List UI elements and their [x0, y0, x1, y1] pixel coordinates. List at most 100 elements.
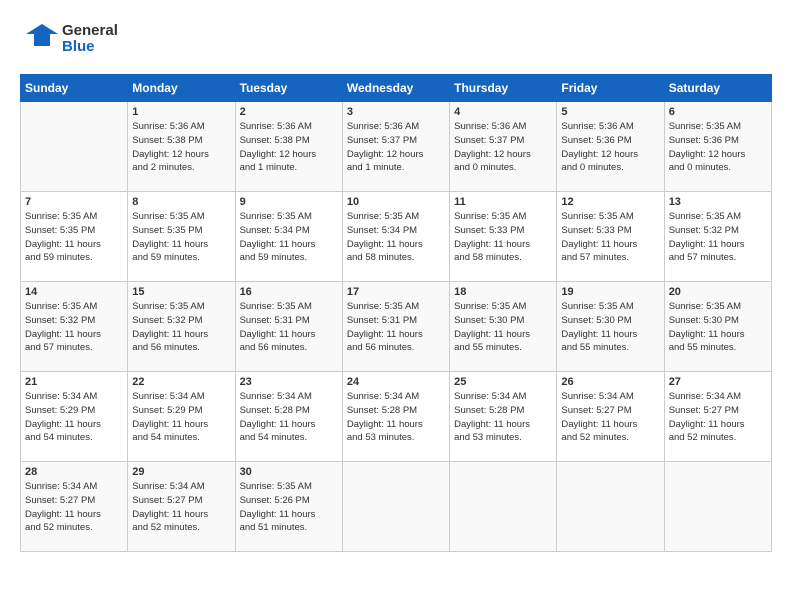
day-info: Sunrise: 5:35 AM Sunset: 5:31 PM Dayligh… [347, 300, 445, 355]
calendar-cell [450, 462, 557, 552]
day-info: Sunrise: 5:34 AM Sunset: 5:29 PM Dayligh… [132, 390, 230, 445]
calendar-cell [557, 462, 664, 552]
calendar-cell: 11 Sunrise: 5:35 AM Sunset: 5:33 PM Dayli… [450, 192, 557, 282]
calendar-week-1: 1 Sunrise: 5:36 AM Sunset: 5:38 PM Daylig… [21, 102, 772, 192]
calendar-week-4: 21 Sunrise: 5:34 AM Sunset: 5:29 PM Dayli… [21, 372, 772, 462]
day-number: 27 [669, 376, 767, 388]
calendar-cell: 21 Sunrise: 5:34 AM Sunset: 5:29 PM Dayli… [21, 372, 128, 462]
day-number: 26 [561, 376, 659, 388]
day-info: Sunrise: 5:35 AM Sunset: 5:30 PM Dayligh… [561, 300, 659, 355]
day-info: Sunrise: 5:35 AM Sunset: 5:32 PM Dayligh… [132, 300, 230, 355]
column-header-saturday: Saturday [664, 75, 771, 102]
day-number: 13 [669, 196, 767, 208]
calendar-cell: 9 Sunrise: 5:35 AM Sunset: 5:34 PM Daylig… [235, 192, 342, 282]
day-info: Sunrise: 5:36 AM Sunset: 5:37 PM Dayligh… [347, 120, 445, 175]
calendar-cell: 7 Sunrise: 5:35 AM Sunset: 5:35 PM Daylig… [21, 192, 128, 282]
column-header-sunday: Sunday [21, 75, 128, 102]
day-info: Sunrise: 5:34 AM Sunset: 5:28 PM Dayligh… [240, 390, 338, 445]
day-number: 12 [561, 196, 659, 208]
day-number: 7 [25, 196, 123, 208]
calendar-cell: 30 Sunrise: 5:35 AM Sunset: 5:26 PM Dayli… [235, 462, 342, 552]
day-info: Sunrise: 5:35 AM Sunset: 5:35 PM Dayligh… [132, 210, 230, 265]
column-header-thursday: Thursday [450, 75, 557, 102]
day-info: Sunrise: 5:35 AM Sunset: 5:33 PM Dayligh… [561, 210, 659, 265]
logo-text-general: General [62, 23, 118, 40]
calendar-cell: 18 Sunrise: 5:35 AM Sunset: 5:30 PM Dayli… [450, 282, 557, 372]
day-number: 29 [132, 466, 230, 478]
calendar-cell: 29 Sunrise: 5:34 AM Sunset: 5:27 PM Dayli… [128, 462, 235, 552]
calendar-cell: 19 Sunrise: 5:35 AM Sunset: 5:30 PM Dayli… [557, 282, 664, 372]
calendar-week-2: 7 Sunrise: 5:35 AM Sunset: 5:35 PM Daylig… [21, 192, 772, 282]
day-number: 17 [347, 286, 445, 298]
calendar-cell: 3 Sunrise: 5:36 AM Sunset: 5:37 PM Daylig… [342, 102, 449, 192]
calendar-cell: 28Sunrise: 5:34 AM Sunset: 5:27 PM Dayli… [21, 462, 128, 552]
day-info: Sunrise: 5:34 AM Sunset: 5:27 PM Dayligh… [561, 390, 659, 445]
day-info: Sunrise: 5:34 AM Sunset: 5:27 PM Dayligh… [25, 480, 123, 535]
calendar-cell: 24 Sunrise: 5:34 AM Sunset: 5:28 PM Dayli… [342, 372, 449, 462]
day-info: Sunrise: 5:34 AM Sunset: 5:27 PM Dayligh… [132, 480, 230, 535]
day-info: Sunrise: 5:35 AM Sunset: 5:26 PM Dayligh… [240, 480, 338, 535]
day-info: Sunrise: 5:35 AM Sunset: 5:35 PM Dayligh… [25, 210, 123, 265]
calendar-cell: 17 Sunrise: 5:35 AM Sunset: 5:31 PM Dayli… [342, 282, 449, 372]
day-info: Sunrise: 5:35 AM Sunset: 5:30 PM Dayligh… [454, 300, 552, 355]
day-info: Sunrise: 5:34 AM Sunset: 5:27 PM Dayligh… [669, 390, 767, 445]
day-number: 23 [240, 376, 338, 388]
day-number: 11 [454, 196, 552, 208]
calendar-cell: 6 Sunrise: 5:35 AM Sunset: 5:36 PM Daylig… [664, 102, 771, 192]
day-info: Sunrise: 5:36 AM Sunset: 5:36 PM Dayligh… [561, 120, 659, 175]
day-number: 14 [25, 286, 123, 298]
calendar-cell: 4 Sunrise: 5:36 AM Sunset: 5:37 PM Daylig… [450, 102, 557, 192]
calendar-cell: 25Sunrise: 5:34 AM Sunset: 5:28 PM Dayli… [450, 372, 557, 462]
day-info: Sunrise: 5:35 AM Sunset: 5:34 PM Dayligh… [240, 210, 338, 265]
day-info: Sunrise: 5:34 AM Sunset: 5:28 PM Dayligh… [347, 390, 445, 445]
day-number: 1 [132, 106, 230, 118]
calendar-cell: 16 Sunrise: 5:35 AM Sunset: 5:31 PM Dayli… [235, 282, 342, 372]
day-number: 2 [240, 106, 338, 118]
day-number: 4 [454, 106, 552, 118]
day-info: Sunrise: 5:36 AM Sunset: 5:38 PM Dayligh… [240, 120, 338, 175]
calendar-cell: 20 Sunrise: 5:35 AM Sunset: 5:30 PM Dayli… [664, 282, 771, 372]
day-number: 19 [561, 286, 659, 298]
calendar-table: SundayMondayTuesdayWednesdayThursdayFrid… [20, 74, 772, 552]
logo: General Blue [20, 20, 118, 58]
day-number: 24 [347, 376, 445, 388]
day-info: Sunrise: 5:35 AM Sunset: 5:32 PM Dayligh… [25, 300, 123, 355]
day-number: 22 [132, 376, 230, 388]
calendar-cell: 23 Sunrise: 5:34 AM Sunset: 5:28 PM Dayli… [235, 372, 342, 462]
day-number: 10 [347, 196, 445, 208]
logo-bird-icon [20, 20, 58, 58]
day-info: Sunrise: 5:35 AM Sunset: 5:30 PM Dayligh… [669, 300, 767, 355]
calendar-cell: 12 Sunrise: 5:35 AM Sunset: 5:33 PM Dayli… [557, 192, 664, 282]
calendar-cell: 2 Sunrise: 5:36 AM Sunset: 5:38 PM Daylig… [235, 102, 342, 192]
day-info: Sunrise: 5:35 AM Sunset: 5:36 PM Dayligh… [669, 120, 767, 175]
day-number: 15 [132, 286, 230, 298]
day-number: 21 [25, 376, 123, 388]
column-header-wednesday: Wednesday [342, 75, 449, 102]
calendar-cell: 5 Sunrise: 5:36 AM Sunset: 5:36 PM Daylig… [557, 102, 664, 192]
day-number: 30 [240, 466, 338, 478]
day-info: Sunrise: 5:35 AM Sunset: 5:34 PM Dayligh… [347, 210, 445, 265]
column-header-monday: Monday [128, 75, 235, 102]
day-number: 18 [454, 286, 552, 298]
calendar-cell: 13Sunrise: 5:35 AM Sunset: 5:32 PM Dayli… [664, 192, 771, 282]
day-info: Sunrise: 5:36 AM Sunset: 5:38 PM Dayligh… [132, 120, 230, 175]
day-info: Sunrise: 5:36 AM Sunset: 5:37 PM Dayligh… [454, 120, 552, 175]
day-number: 6 [669, 106, 767, 118]
calendar-cell: 8 Sunrise: 5:35 AM Sunset: 5:35 PM Daylig… [128, 192, 235, 282]
day-info: Sunrise: 5:35 AM Sunset: 5:33 PM Dayligh… [454, 210, 552, 265]
day-number: 9 [240, 196, 338, 208]
calendar-cell [342, 462, 449, 552]
day-info: Sunrise: 5:35 AM Sunset: 5:31 PM Dayligh… [240, 300, 338, 355]
day-number: 5 [561, 106, 659, 118]
calendar-week-3: 14 Sunrise: 5:35 AM Sunset: 5:32 PM Dayli… [21, 282, 772, 372]
calendar-cell: 27 Sunrise: 5:34 AM Sunset: 5:27 PM Dayli… [664, 372, 771, 462]
day-number: 3 [347, 106, 445, 118]
day-number: 20 [669, 286, 767, 298]
day-info: Sunrise: 5:34 AM Sunset: 5:29 PM Dayligh… [25, 390, 123, 445]
day-number: 8 [132, 196, 230, 208]
day-number: 16 [240, 286, 338, 298]
calendar-cell: 15 Sunrise: 5:35 AM Sunset: 5:32 PM Dayli… [128, 282, 235, 372]
calendar-cell: 22 Sunrise: 5:34 AM Sunset: 5:29 PM Dayli… [128, 372, 235, 462]
column-header-friday: Friday [557, 75, 664, 102]
calendar-week-5: 28Sunrise: 5:34 AM Sunset: 5:27 PM Dayli… [21, 462, 772, 552]
